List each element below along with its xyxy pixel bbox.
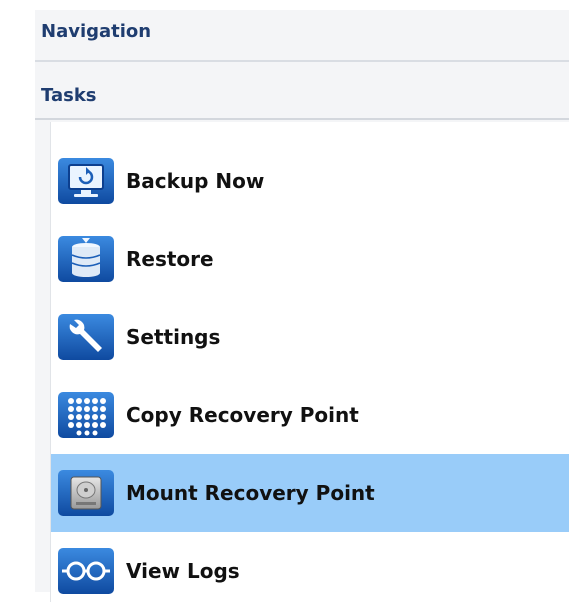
tasks-list: Backup Now Restore Settings Copy Recover…: [50, 122, 569, 602]
navigation-divider: [35, 60, 569, 62]
task-restore[interactable]: Restore: [51, 220, 569, 298]
dot-grid-icon: [56, 390, 116, 440]
task-label: Restore: [126, 247, 214, 271]
task-backup-now[interactable]: Backup Now: [51, 142, 569, 220]
task-label: View Logs: [126, 559, 240, 583]
task-label: Settings: [126, 325, 221, 349]
wrench-icon: [56, 312, 116, 362]
task-label: Mount Recovery Point: [126, 481, 375, 505]
hard-drive-icon: [56, 468, 116, 518]
task-label: Backup Now: [126, 169, 265, 193]
task-copy-recovery-point[interactable]: Copy Recovery Point: [51, 376, 569, 454]
task-settings[interactable]: Settings: [51, 298, 569, 376]
navigation-panel: Navigation Tasks Backup Now Restore Sett…: [35, 10, 569, 602]
task-label: Copy Recovery Point: [126, 403, 359, 427]
database-stack-icon: [56, 234, 116, 284]
task-view-logs[interactable]: View Logs: [51, 532, 569, 610]
glasses-icon: [56, 546, 116, 596]
tasks-header[interactable]: Tasks: [35, 86, 569, 106]
monitor-backup-icon: [56, 156, 116, 206]
navigation-header[interactable]: Navigation: [35, 22, 569, 62]
task-mount-recovery-point[interactable]: Mount Recovery Point: [51, 454, 569, 532]
tasks-divider: [35, 118, 569, 120]
